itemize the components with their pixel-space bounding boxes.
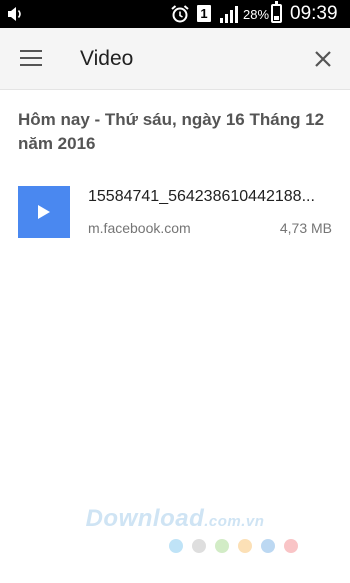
volume-icon	[8, 7, 21, 21]
close-icon[interactable]	[313, 49, 333, 69]
app-bar: Video	[0, 28, 350, 90]
download-item[interactable]: 15584741_564238610442188... m.facebook.c…	[0, 176, 350, 248]
battery-icon	[271, 1, 282, 23]
watermark-dot	[284, 539, 298, 553]
battery-percent: 28%	[243, 7, 270, 22]
signal-strength-icon	[220, 6, 238, 23]
watermark-dot	[192, 539, 206, 553]
file-source: m.facebook.com	[88, 220, 191, 236]
file-size: 4,73 MB	[279, 220, 332, 236]
video-thumbnail[interactable]	[18, 186, 70, 238]
watermark-dot	[261, 539, 275, 553]
watermark-dots	[169, 539, 307, 553]
date-header: Hôm nay - Thứ sáu, ngày 16 Tháng 12 năm …	[18, 110, 325, 153]
file-name: 15584741_564238610442188...	[88, 188, 315, 205]
status-clock: 09:39	[290, 3, 338, 24]
page-title: Video	[80, 47, 134, 70]
hamburger-menu-icon[interactable]	[20, 50, 42, 68]
watermark-dot	[238, 539, 252, 553]
watermark-logo: Download.com.vn	[85, 505, 265, 532]
watermark-dot	[169, 539, 183, 553]
alarm-clock-icon	[171, 5, 189, 23]
watermark-dot	[215, 539, 229, 553]
battery-level	[274, 15, 279, 20]
status-bar: 1 28% 09:39	[0, 0, 350, 28]
play-icon	[38, 205, 50, 219]
sim-slot-icon: 1	[197, 5, 211, 22]
